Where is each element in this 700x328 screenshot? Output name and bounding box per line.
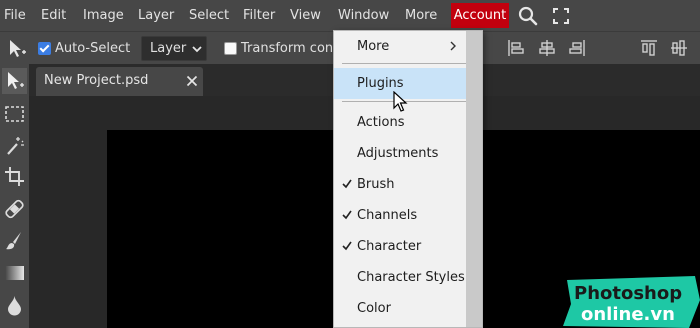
window-menu-item-brush[interactable]: Brush [334, 169, 467, 200]
document-tab[interactable]: New Project.psd [36, 67, 203, 96]
menu-image[interactable]: Image [83, 0, 124, 31]
auto-select-target-select[interactable]: Layer [141, 36, 207, 61]
chevron-right-icon [450, 41, 456, 51]
menu-file[interactable]: File [4, 0, 26, 31]
move-tool-button[interactable] [2, 68, 27, 94]
blur-tool-button[interactable] [2, 292, 27, 318]
align-middle-v-icon[interactable] [670, 39, 688, 57]
menu-item-label: Character [357, 239, 422, 254]
menu-item-label: Color [357, 301, 391, 316]
crop-tool-button[interactable] [2, 164, 27, 190]
transform-controls-label: Transform cont [241, 41, 339, 56]
window-menu-item-adjustments[interactable]: Adjustments [334, 138, 467, 169]
auto-select-checkbox[interactable] [38, 42, 51, 55]
menu-bar: File Edit Image Layer Select Filter View… [0, 0, 700, 31]
align-top-icon[interactable] [640, 39, 658, 57]
healing-brush-tool-button[interactable] [2, 196, 27, 222]
menu-view[interactable]: View [290, 0, 321, 31]
menu-item-label: Character Styles [357, 270, 465, 285]
window-menu-item-channels[interactable]: Channels [334, 200, 467, 231]
align-left-icon[interactable] [507, 39, 525, 57]
menu-layer[interactable]: Layer [138, 0, 174, 31]
align-right-icon[interactable] [568, 39, 586, 57]
menu-item-label: Brush [357, 177, 395, 192]
align-center-h-icon[interactable] [538, 39, 556, 57]
fullscreen-icon[interactable] [549, 4, 573, 28]
gradient-tool-button[interactable] [2, 260, 27, 286]
marquee-tool-button[interactable] [2, 101, 27, 127]
menu-separator [342, 63, 466, 64]
checkmark-icon [342, 210, 352, 220]
menu-item-label: More [357, 39, 390, 54]
window-menu-dropdown: More Plugins Actions Adjustments Brush C… [333, 30, 483, 328]
layer-select-value: Layer [150, 41, 187, 56]
magic-wand-tool-button[interactable] [2, 133, 27, 159]
menu-more[interactable]: More [405, 0, 437, 31]
menu-window[interactable]: Window [338, 0, 389, 31]
checkmark-icon [342, 241, 352, 251]
brush-tool-button[interactable] [2, 228, 27, 254]
transform-controls-checkbox[interactable] [224, 42, 237, 55]
menu-filter[interactable]: Filter [243, 0, 275, 31]
menu-item-label: Channels [357, 208, 418, 223]
chevron-down-icon [192, 46, 202, 53]
auto-select-label: Auto-Select [55, 41, 131, 56]
menu-edit[interactable]: Edit [41, 0, 66, 31]
tools-panel [0, 64, 29, 328]
window-menu-item-more[interactable]: More [334, 31, 467, 62]
photoshop-online-logo: Photoshop online.vn [563, 276, 700, 328]
menu-scrollbar[interactable] [466, 31, 482, 327]
document-tab-title: New Project.psd [44, 73, 149, 88]
window-menu-item-character-styles[interactable]: Character Styles [334, 262, 467, 293]
account-button[interactable]: Account [451, 3, 509, 28]
svg-text:Photoshop: Photoshop [574, 283, 682, 304]
search-icon[interactable] [516, 4, 540, 28]
window-menu-item-color[interactable]: Color [334, 293, 467, 324]
menu-select[interactable]: Select [189, 0, 229, 31]
mouse-cursor-icon [393, 91, 408, 112]
close-icon[interactable] [186, 75, 198, 87]
svg-text:online.vn: online.vn [581, 304, 675, 325]
window-menu-item-character[interactable]: Character [334, 231, 467, 262]
checkmark-icon [342, 179, 352, 189]
move-tool-icon[interactable] [6, 38, 28, 60]
menu-item-label: Adjustments [357, 146, 439, 161]
